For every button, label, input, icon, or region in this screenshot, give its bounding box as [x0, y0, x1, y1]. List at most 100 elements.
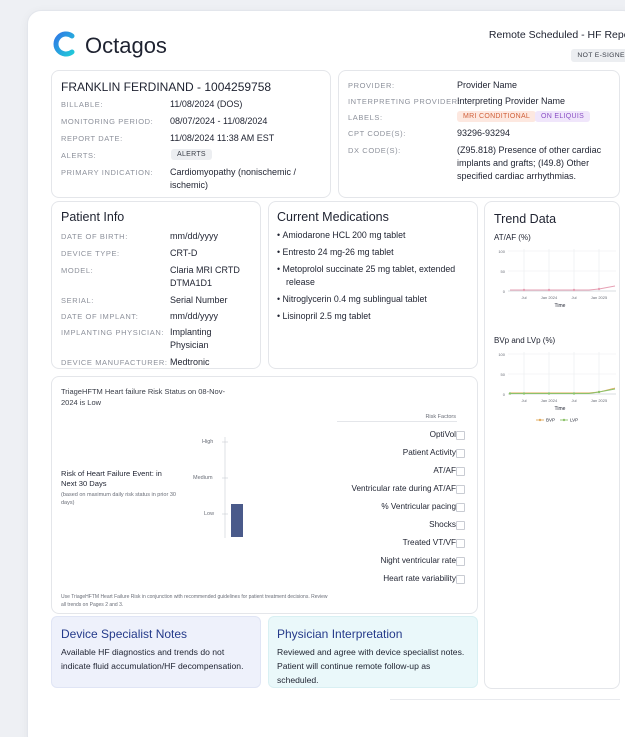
- billable-label: BILLABLE:: [61, 100, 104, 109]
- triage-status: TriageHFTM Heart failure Risk Status on …: [61, 387, 225, 407]
- provider-card: PROVIDER: Provider Name INTERPRETING PRO…: [338, 70, 620, 198]
- implanting-physician-value: Implanting Physician: [170, 327, 212, 350]
- risk-factors-divider: [337, 421, 457, 422]
- specialist-notes-card: Device Specialist Notes Available HF dia…: [51, 616, 261, 688]
- medication-item: • Metoprolol succinate 25 mg tablet, ext…: [277, 264, 456, 287]
- device-type-label: DEVICE TYPE:: [61, 249, 120, 258]
- dob-value: mm/dd/yyyy: [170, 231, 219, 241]
- x-tick: Jan 2024: [541, 398, 558, 403]
- medication-item: • Nitroglycerin 0.4 mg sublingual tablet: [277, 294, 427, 304]
- trend-data-card: Trend Data AT/AF (%) 100 50 0 Jul Jan 20…: [484, 201, 620, 689]
- risk-factor-label: Shocks: [429, 520, 456, 529]
- medication-name: Entresto 24 mg-26 mg tablet: [282, 247, 394, 257]
- medication-name: Amiodarone HCL 200 mg tablet: [282, 230, 406, 240]
- patient-info-card: Patient Info DATE OF BIRTH: mm/dd/yyyy D…: [51, 201, 261, 369]
- triage-footnote: Use TriageHFTM Heart Failure Risk in con…: [61, 594, 328, 608]
- atf-point: [597, 287, 601, 291]
- medication-item: • Lisinopril 2.5 mg tablet: [277, 311, 371, 321]
- implant-date-label: DATE OF IMPLANT:: [61, 312, 139, 321]
- manufacturer-value: Medtronic: [170, 357, 210, 367]
- interpreting-provider-label: INTERPRETING PROVIDER:: [348, 97, 461, 106]
- atf-trend-chart: 100 50 0 Jul Jan 2024 Jul Jan 2025 Time: [498, 249, 616, 309]
- lvp-point: [508, 392, 512, 395]
- dx-codes-label: DX CODE(S):: [348, 146, 401, 155]
- x-axis-label: Time: [555, 406, 566, 412]
- risk-factor-label: OptiVol: [429, 430, 456, 439]
- trend-data-title: Trend Data: [494, 212, 557, 226]
- dx-codes-value: (Z95.818) Presence of other cardiac impl…: [457, 145, 602, 181]
- physician-interpretation-title: Physician Interpretation: [277, 627, 403, 641]
- y-tick: 0: [503, 289, 506, 294]
- lvp-point: [547, 392, 551, 395]
- lvp-point: [572, 392, 576, 395]
- level-low: Low: [204, 511, 215, 517]
- risk-factor-label: % Ventricular pacing: [381, 502, 456, 511]
- x-axis-label: Time: [555, 303, 566, 309]
- alerts-badge[interactable]: ALERTS: [171, 149, 212, 160]
- medication-name: Metoprolol succinate 25 mg tablet, exten…: [282, 264, 456, 287]
- risk-factor-checkbox[interactable]: [456, 503, 465, 512]
- physician-interpretation-text: Reviewed and agree with device specialis…: [277, 647, 465, 685]
- risk-factor-label: AT/AF: [433, 466, 456, 475]
- labels-label: LABELS:: [348, 113, 383, 122]
- y-tick: 0: [503, 392, 506, 397]
- risk-factor-checkbox[interactable]: [456, 449, 465, 458]
- patient-name: FRANKLIN FERDINAND - 1004259758: [61, 80, 272, 94]
- serial-value: Serial Number: [170, 295, 228, 305]
- y-tick: 100: [498, 352, 505, 357]
- octagos-logo: [51, 30, 75, 58]
- risk-factor-checkbox[interactable]: [456, 539, 465, 548]
- risk-factor-label: Night ventricular rate: [380, 556, 456, 565]
- risk-factor-label: Ventricular rate during AT/AF: [351, 484, 456, 493]
- atf-point: [572, 288, 576, 292]
- x-tick: Jul: [571, 398, 576, 403]
- y-tick: 50: [501, 269, 506, 274]
- on-eliquis-badge[interactable]: ON ELIQUIS: [535, 111, 591, 122]
- x-tick: Jul: [571, 295, 576, 300]
- bvp-lvp-trend-chart: 100 50 0 Jul Jan 2024 Jul Jan 2025 Time …: [498, 352, 616, 423]
- provider-value: Provider Name: [457, 80, 518, 90]
- y-tick: 100: [498, 249, 505, 254]
- mri-conditional-badge[interactable]: MRI CONDITIONAL: [457, 111, 537, 122]
- risk-level-chart: [222, 437, 243, 538]
- primary-indication-value: Cardiomyopathy (nonischemic / ischemic): [170, 167, 297, 190]
- manufacturer-label: DEVICE MANUFACTURER:: [61, 358, 168, 367]
- device-type-value: CRT-D: [170, 248, 198, 258]
- medications-title: Current Medications: [277, 210, 389, 224]
- patient-header-card: FRANKLIN FERDINAND - 1004259758 BILLABLE…: [51, 70, 331, 198]
- medication-item: • Entresto 24 mg-26 mg tablet: [277, 247, 394, 257]
- specialist-notes-text: Available HF diagnostics and trends do n…: [61, 647, 244, 671]
- x-tick: Jan 2025: [591, 295, 608, 300]
- report-date-value: 11/08/2024 11:38 AM EST: [170, 133, 275, 143]
- implanting-physician-label: IMPLANTING PHYSICIAN:: [61, 328, 165, 337]
- logo-icon: [53, 31, 75, 57]
- x-tick: Jan 2024: [541, 295, 558, 300]
- monitoring-period-label: MONITORING PERIOD:: [61, 117, 154, 126]
- billable-value: 11/08/2024 (DOS): [170, 99, 243, 109]
- risk-label: Risk of Heart Failure Event: in Next 30 …: [61, 469, 162, 488]
- brand-name: Octagos: [85, 33, 167, 58]
- specialist-notes-title: Device Specialist Notes: [61, 627, 188, 641]
- risk-factor-checkbox[interactable]: [456, 557, 465, 566]
- monitoring-period-value: 08/07/2024 - 11/08/2024: [170, 116, 268, 126]
- risk-factor-label: Treated VT/VF: [402, 538, 456, 547]
- risk-factor-checkbox[interactable]: [456, 431, 465, 440]
- physician-interpretation-card: Physician Interpretation Reviewed and ag…: [268, 616, 478, 688]
- risk-factor-checkbox[interactable]: [456, 521, 465, 530]
- risk-note: (based on maximum daily risk status in p…: [61, 492, 176, 506]
- interpreting-provider-value: Interpreting Provider Name: [457, 96, 566, 106]
- chart-legend: BVP LVP: [536, 418, 578, 423]
- implant-date-value: mm/dd/yyyy: [170, 311, 219, 321]
- level-medium: Medium: [193, 475, 213, 481]
- risk-factor-checkbox[interactable]: [456, 575, 465, 584]
- risk-level-bar: [231, 504, 243, 537]
- risk-factor-label: Patient Activity: [402, 448, 456, 457]
- x-tick: Jul: [521, 398, 526, 403]
- x-tick: Jan 2025: [591, 398, 608, 403]
- risk-factor-checkbox[interactable]: [456, 467, 465, 476]
- risk-factor-checkbox[interactable]: [456, 485, 465, 494]
- atf-point: [522, 288, 526, 292]
- triage-hf-card: TriageHFTM Heart failure Risk Status on …: [51, 376, 478, 614]
- footer-divider: [390, 699, 620, 700]
- y-tick: 50: [501, 372, 506, 377]
